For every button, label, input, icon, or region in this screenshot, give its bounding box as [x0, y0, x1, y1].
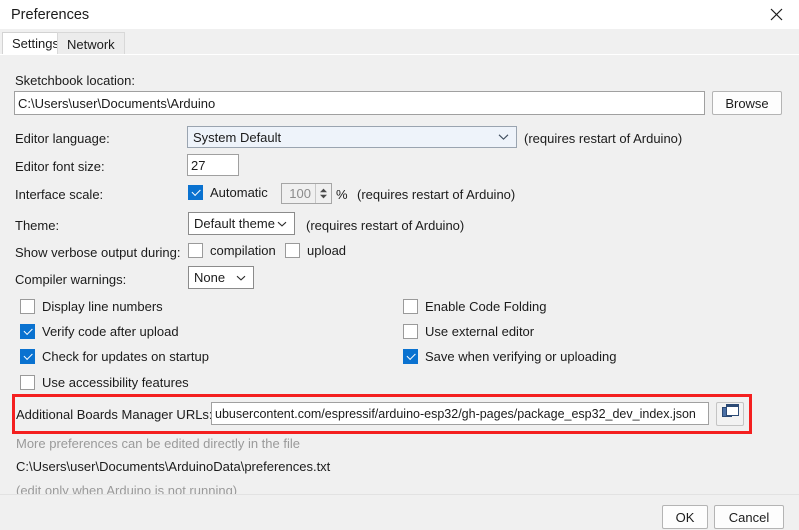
windows-icon-button[interactable] — [716, 402, 744, 426]
editor-language-select[interactable]: System Default — [187, 126, 517, 148]
checkbox-box — [20, 299, 35, 314]
interface-scale-automatic-checkbox[interactable]: Automatic — [188, 185, 268, 200]
interface-scale-automatic-label: Automatic — [210, 185, 268, 200]
interface-scale-label: Interface scale: — [15, 187, 103, 203]
browse-button[interactable]: Browse — [712, 91, 782, 115]
compiler-warnings-value: None — [194, 270, 225, 285]
dialog-footer: OK Cancel — [0, 494, 799, 530]
compiler-warnings-select[interactable]: None — [188, 266, 254, 289]
verbose-output-label: Show verbose output during: — [15, 245, 181, 261]
boards-manager-urls-input[interactable] — [211, 402, 709, 425]
preferences-dialog: Preferences Settings Network Sketchbook … — [0, 0, 799, 530]
check-for-updates-checkbox[interactable]: Check for updates on startup — [20, 349, 209, 364]
more-preferences-line1: More preferences can be edited directly … — [16, 436, 300, 452]
cancel-button[interactable]: Cancel — [714, 505, 784, 529]
interface-scale-note: (requires restart of Arduino) — [357, 187, 515, 203]
ok-button[interactable]: OK — [662, 505, 708, 529]
chevron-down-icon — [236, 275, 246, 281]
windows-icon — [722, 404, 739, 424]
save-when-verifying-label: Save when verifying or uploading — [425, 349, 617, 364]
display-line-numbers-label: Display line numbers — [42, 299, 163, 314]
preferences-file-path: C:\Users\user\Documents\ArduinoData\pref… — [16, 459, 330, 475]
editor-language-value: System Default — [193, 130, 281, 145]
verify-code-after-upload-label: Verify code after upload — [42, 324, 179, 339]
checkbox-box — [20, 349, 35, 364]
theme-note: (requires restart of Arduino) — [306, 218, 464, 234]
checkbox-box — [403, 349, 418, 364]
editor-language-label: Editor language: — [15, 131, 110, 147]
chevron-down-icon — [277, 221, 287, 227]
window-title: Preferences — [11, 6, 89, 24]
editor-language-note: (requires restart of Arduino) — [524, 131, 682, 147]
editor-font-size-label: Editor font size: — [15, 159, 105, 175]
use-accessibility-features-checkbox[interactable]: Use accessibility features — [20, 375, 189, 390]
checkbox-box — [403, 324, 418, 339]
title-bar: Preferences — [0, 0, 799, 29]
interface-scale-percent-label: % — [336, 187, 348, 203]
theme-label: Theme: — [15, 218, 59, 234]
editor-font-size-input[interactable] — [187, 154, 239, 176]
close-icon[interactable] — [753, 0, 799, 29]
use-external-editor-label: Use external editor — [425, 324, 534, 339]
tab-network[interactable]: Network — [57, 32, 125, 55]
checkbox-box — [20, 324, 35, 339]
settings-panel: Sketchbook location: Browse Editor langu… — [0, 54, 799, 495]
sketchbook-location-label: Sketchbook location: — [15, 73, 135, 89]
theme-select[interactable]: Default theme — [188, 212, 295, 235]
use-external-editor-checkbox[interactable]: Use external editor — [403, 324, 534, 339]
check-for-updates-label: Check for updates on startup — [42, 349, 209, 364]
checkbox-box — [188, 185, 203, 200]
compiler-warnings-label: Compiler warnings: — [15, 272, 126, 288]
checkbox-box — [188, 243, 203, 258]
chevron-down-icon — [498, 134, 509, 141]
checkbox-box — [20, 375, 35, 390]
theme-value: Default theme — [194, 216, 275, 231]
verify-code-after-upload-checkbox[interactable]: Verify code after upload — [20, 324, 179, 339]
tab-strip: Settings Network — [0, 29, 799, 56]
checkbox-box — [285, 243, 300, 258]
save-when-verifying-checkbox[interactable]: Save when verifying or uploading — [403, 349, 617, 364]
checkbox-box — [403, 299, 418, 314]
verbose-compilation-checkbox[interactable]: compilation — [188, 243, 276, 258]
interface-scale-stepper[interactable]: 100 — [281, 183, 332, 204]
sketchbook-location-input[interactable] — [14, 91, 705, 115]
spinner-arrows-icon[interactable] — [315, 184, 331, 203]
use-accessibility-features-label: Use accessibility features — [42, 375, 189, 390]
verbose-upload-checkbox[interactable]: upload — [285, 243, 346, 258]
verbose-compilation-label: compilation — [210, 243, 276, 258]
boards-manager-urls-label: Additional Boards Manager URLs: — [16, 407, 213, 423]
enable-code-folding-checkbox[interactable]: Enable Code Folding — [403, 299, 546, 314]
enable-code-folding-label: Enable Code Folding — [425, 299, 546, 314]
verbose-upload-label: upload — [307, 243, 346, 258]
interface-scale-value: 100 — [289, 186, 315, 201]
display-line-numbers-checkbox[interactable]: Display line numbers — [20, 299, 163, 314]
